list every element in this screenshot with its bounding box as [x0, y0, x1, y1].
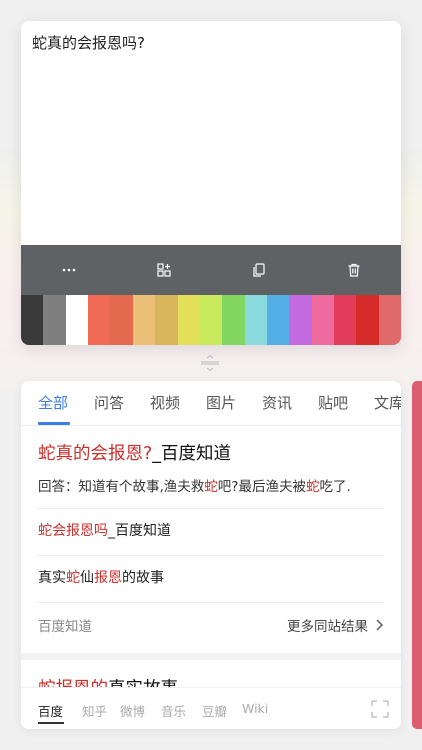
snippet-highlight: 蛇 [305, 479, 320, 495]
result-title-suffix: _百度知道 [152, 444, 232, 464]
snippet-text: 回答：知道有个故事,渔夫救 [38, 479, 205, 495]
color-swatch-2[interactable] [65, 295, 89, 345]
more-site-results-link[interactable]: 更多同站结果 [287, 615, 368, 635]
color-swatch-5[interactable] [132, 295, 156, 345]
color-swatch-15[interactable] [356, 295, 379, 345]
divider [38, 602, 384, 603]
engine-music[interactable]: 音乐 [161, 701, 186, 720]
note-card: 蛇真的会报恩吗? [21, 21, 401, 345]
sub-link-highlight: 报恩 [94, 570, 122, 586]
engine-bar: 百度 知乎 微博 音乐 豆瓣 Wiki [21, 687, 401, 729]
snippet-text: 吧?最后渔夫被 [217, 479, 306, 495]
color-swatch-11[interactable] [266, 295, 290, 345]
tab-tieba[interactable]: 贴吧 [318, 393, 348, 413]
color-swatch-7[interactable] [177, 295, 200, 345]
active-tab-indicator [38, 422, 70, 425]
engine-baidu[interactable]: 百度 [38, 701, 63, 720]
color-swatch-13[interactable] [311, 295, 335, 345]
tab-wenku[interactable]: 文库 [374, 393, 401, 413]
tab-images[interactable]: 图片 [206, 393, 236, 413]
color-swatch-6[interactable] [155, 295, 178, 345]
note-text[interactable]: 蛇真的会报恩吗? [32, 33, 389, 53]
color-swatch-12[interactable] [289, 295, 312, 345]
more-icon [62, 268, 75, 272]
sub-link-highlight: 蛇 [66, 570, 80, 586]
copy-icon [252, 263, 265, 277]
engine-wiki[interactable]: Wiki [242, 701, 268, 716]
search-results-card: 全部 问答 视频 图片 资讯 贴吧 文库 蛇真的会报恩?_百度知道 回答：知道有… [21, 381, 401, 729]
color-swatch-1[interactable] [43, 295, 66, 345]
tab-qa[interactable]: 问答 [94, 393, 124, 413]
snippet-text: 吃了. [319, 479, 351, 495]
color-swatch-3[interactable] [88, 295, 111, 345]
fullscreen-icon[interactable] [371, 700, 389, 718]
divider [38, 555, 384, 556]
color-swatch-16[interactable] [378, 295, 401, 345]
grid-add-icon [156, 263, 171, 277]
color-palette [21, 295, 401, 345]
sub-result-link[interactable]: 真实蛇仙报恩的故事 [38, 568, 164, 588]
delete-button[interactable] [334, 250, 374, 290]
chevron-right-icon [376, 619, 383, 631]
sub-link-text: 真实 [38, 570, 66, 586]
result-title-link[interactable]: 蛇真的会报恩?_百度知道 [38, 442, 231, 466]
engine-douban[interactable]: 豆瓣 [202, 701, 227, 720]
side-scrollbar[interactable] [412, 381, 422, 729]
result-tabs: 全部 问答 视频 图片 资讯 贴吧 文库 [21, 381, 401, 426]
color-swatch-9[interactable] [222, 295, 245, 345]
source-row: 百度知道 更多同站结果 [38, 615, 384, 635]
source-name: 百度知道 [38, 619, 92, 635]
sub-result-link[interactable]: 蛇会报恩吗_百度知道 [38, 521, 171, 541]
tab-news[interactable]: 资讯 [262, 393, 292, 413]
color-swatch-4[interactable] [110, 295, 133, 345]
grid-add-button[interactable] [144, 250, 184, 290]
note-toolbar [21, 245, 401, 295]
active-engine-indicator [38, 722, 64, 724]
engine-zhihu[interactable]: 知乎 [82, 701, 107, 720]
sub-link-text: 的故事 [122, 570, 164, 586]
tab-all[interactable]: 全部 [38, 393, 68, 413]
snippet-highlight: 蛇 [204, 479, 218, 495]
divider [38, 508, 384, 509]
sub-link-text: 仙 [80, 570, 94, 586]
more-button[interactable] [49, 250, 89, 290]
color-swatch-8[interactable] [199, 295, 223, 345]
sub-link-suffix: _百度知道 [108, 523, 171, 539]
result-snippet: 回答：知道有个故事,渔夫救蛇吧?最后渔夫被蛇吃了. [38, 477, 351, 497]
copy-button[interactable] [239, 250, 279, 290]
color-swatch-14[interactable] [334, 295, 357, 345]
sub-link-highlight: 蛇会报恩吗 [38, 523, 108, 539]
color-swatch-10[interactable] [244, 295, 267, 345]
trash-icon [348, 263, 359, 277]
engine-weibo[interactable]: 微博 [120, 701, 145, 720]
color-swatch-0[interactable] [21, 295, 44, 345]
result-separator [21, 653, 401, 660]
result-title-highlight: 蛇真的会报恩? [38, 444, 153, 464]
tab-video[interactable]: 视频 [150, 393, 180, 413]
resize-icon [201, 354, 219, 372]
resize-handle[interactable] [199, 354, 221, 372]
